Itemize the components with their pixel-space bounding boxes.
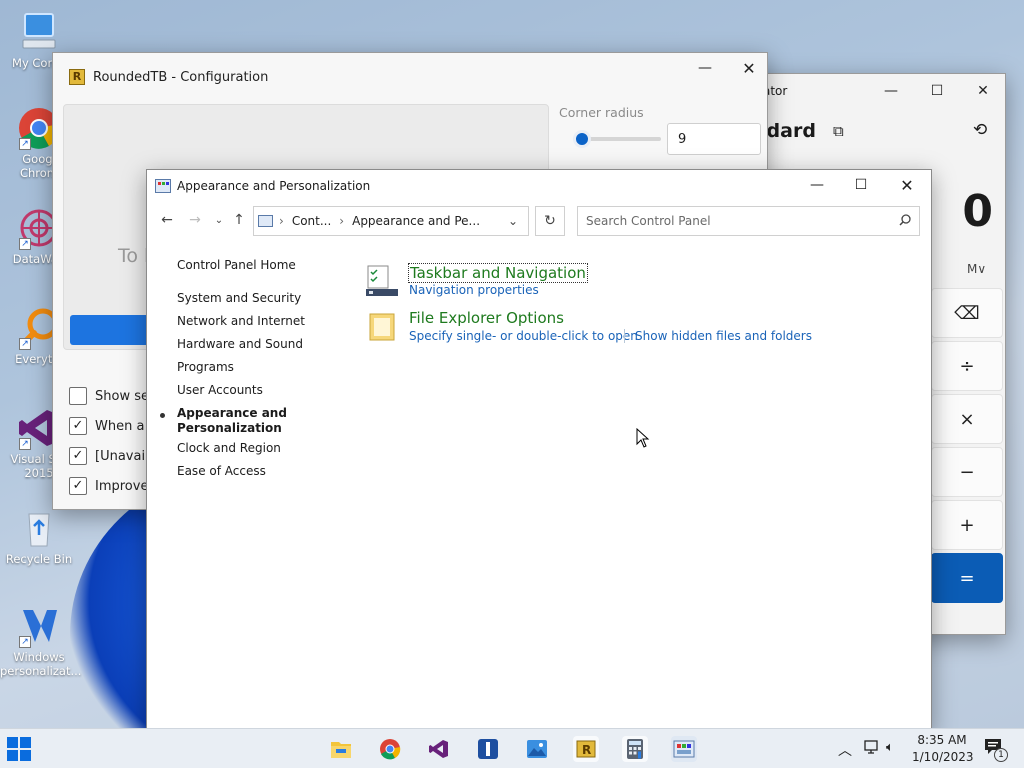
start-button[interactable]: [6, 736, 32, 762]
back-button[interactable]: ←: [155, 208, 179, 232]
breadcrumb-separator-icon: ›: [279, 214, 284, 228]
equals-key[interactable]: =: [931, 553, 1003, 603]
visual-studio-icon[interactable]: [426, 736, 452, 762]
photos-icon[interactable]: [524, 736, 550, 762]
category-file-explorer-options[interactable]: File Explorer Options: [409, 309, 564, 327]
multiply-key[interactable]: ×: [931, 394, 1003, 444]
minimize-button[interactable]: —: [795, 170, 839, 200]
control-panel-window[interactable]: Appearance and Personalization — ☐ ✕ ← →…: [146, 169, 932, 733]
link-separator: [624, 329, 625, 343]
subtract-key[interactable]: −: [931, 447, 1003, 497]
control-panel-app-icon: [155, 179, 171, 193]
history-icon[interactable]: ⟲: [973, 120, 987, 140]
maximize-button[interactable]: ☐: [839, 170, 883, 200]
corner-radius-input[interactable]: 9: [667, 123, 761, 155]
window-title: Appearance and Personalization: [177, 179, 371, 193]
windows-personalization-icon: ↗: [17, 604, 61, 648]
svg-text:R: R: [582, 743, 591, 757]
nav-hardware-and-sound[interactable]: Hardware and Sound: [177, 337, 303, 352]
desktop-icon-windows-personalization[interactable]: ↗ Windows personalizat...: [0, 604, 82, 678]
clock-date: 1/10/2023: [912, 750, 974, 764]
address-dropdown-icon[interactable]: ⌄: [508, 214, 518, 228]
link-show-hidden-files[interactable]: Show hidden files and folders: [635, 329, 812, 343]
current-item-bullet: [160, 413, 165, 418]
close-button[interactable]: ✕: [727, 53, 771, 83]
refresh-button[interactable]: ↻: [535, 206, 565, 236]
breadcrumb-control-panel[interactable]: Cont...: [292, 214, 331, 228]
checkbox-when-a-window[interactable]: ✓: [69, 417, 87, 435]
search-icon: [899, 213, 911, 229]
network-icon[interactable]: [862, 739, 880, 758]
breadcrumb-separator-icon: ›: [339, 214, 345, 228]
memory-button[interactable]: M∨: [967, 262, 986, 276]
folder-options-icon: [367, 310, 397, 342]
app-icon[interactable]: [475, 736, 501, 762]
nav-user-accounts[interactable]: User Accounts: [177, 383, 263, 398]
desktop-icon-label: Recycle Bin: [5, 552, 73, 566]
up-button[interactable]: ↑: [227, 208, 251, 232]
control-panel-icon[interactable]: [671, 736, 697, 762]
chrome-icon[interactable]: [377, 736, 403, 762]
taskbar-navigation-icon: [365, 264, 399, 298]
clock-time: 8:35 AM: [917, 733, 967, 747]
computer-icon: [17, 10, 61, 54]
calculator-icon[interactable]: [622, 736, 648, 762]
control-panel-icon: [258, 215, 273, 227]
show-hidden-icons-icon[interactable]: ︿: [838, 740, 852, 760]
nav-control-panel-home[interactable]: Control Panel Home: [177, 258, 296, 273]
volume-icon[interactable]: 🔈︎: [886, 740, 894, 755]
forward-button[interactable]: →: [183, 208, 207, 232]
file-explorer-icon[interactable]: [328, 736, 354, 762]
nav-appearance-and-personalization[interactable]: Appearance and Personalization: [177, 406, 287, 436]
window-title: RoundedTB - Configuration: [93, 69, 269, 85]
address-bar[interactable]: › Cont... › Appearance and Pe... ⌄: [253, 206, 529, 236]
checkbox-show-segments[interactable]: [69, 387, 87, 405]
calculator-display: 0: [962, 186, 993, 237]
checkbox-unavailable[interactable]: ✓: [69, 447, 87, 465]
roundedtb-app-icon: R: [69, 69, 85, 85]
nav-programs[interactable]: Programs: [177, 360, 234, 375]
add-key[interactable]: +: [931, 500, 1003, 550]
corner-radius-slider[interactable]: [572, 130, 661, 148]
nav-system-and-security[interactable]: System and Security: [177, 291, 301, 306]
nav-clock-and-region[interactable]: Clock and Region: [177, 441, 281, 456]
keep-on-top-icon[interactable]: ⧉: [833, 122, 844, 140]
backspace-key[interactable]: ⌫: [931, 288, 1003, 338]
notification-center-icon[interactable]: 1: [984, 738, 1008, 762]
maximize-button[interactable]: ☐: [915, 76, 959, 106]
recycle-bin-icon: [17, 506, 61, 550]
preview-text: To l: [118, 245, 150, 267]
search-input[interactable]: Search Control Panel: [586, 214, 711, 228]
checkbox-improve[interactable]: ✓: [69, 477, 87, 495]
minimize-button[interactable]: —: [869, 76, 913, 106]
slider-thumb[interactable]: [572, 130, 591, 148]
roundedtb-icon[interactable]: R: [573, 736, 599, 762]
search-box[interactable]: Search Control Panel: [577, 206, 920, 236]
link-single-double-click[interactable]: Specify single- or double-click to open: [409, 329, 638, 343]
clock[interactable]: 8:35 AM 1/10/2023: [912, 733, 974, 764]
notification-badge: 1: [994, 748, 1008, 762]
minimize-button[interactable]: —: [683, 53, 727, 83]
link-navigation-properties[interactable]: Navigation properties: [409, 283, 539, 297]
nav-ease-of-access[interactable]: Ease of Access: [177, 464, 266, 479]
corner-radius-label: Corner radius: [559, 105, 644, 120]
desktop-icon-label: Windows personalizat...: [0, 650, 82, 678]
category-taskbar-and-navigation[interactable]: Taskbar and Navigation: [408, 263, 588, 283]
close-button[interactable]: ✕: [961, 76, 1005, 106]
desktop-icon-recycle-bin[interactable]: Recycle Bin: [0, 506, 78, 566]
close-button[interactable]: ✕: [885, 170, 929, 200]
taskbar: R ︿ 🔈︎ 8:35 AM 1/10/2023 1: [0, 728, 1024, 768]
breadcrumb-current[interactable]: Appearance and Pe...: [352, 214, 480, 228]
nav-network-and-internet[interactable]: Network and Internet: [177, 314, 305, 329]
divide-key[interactable]: ÷: [931, 341, 1003, 391]
